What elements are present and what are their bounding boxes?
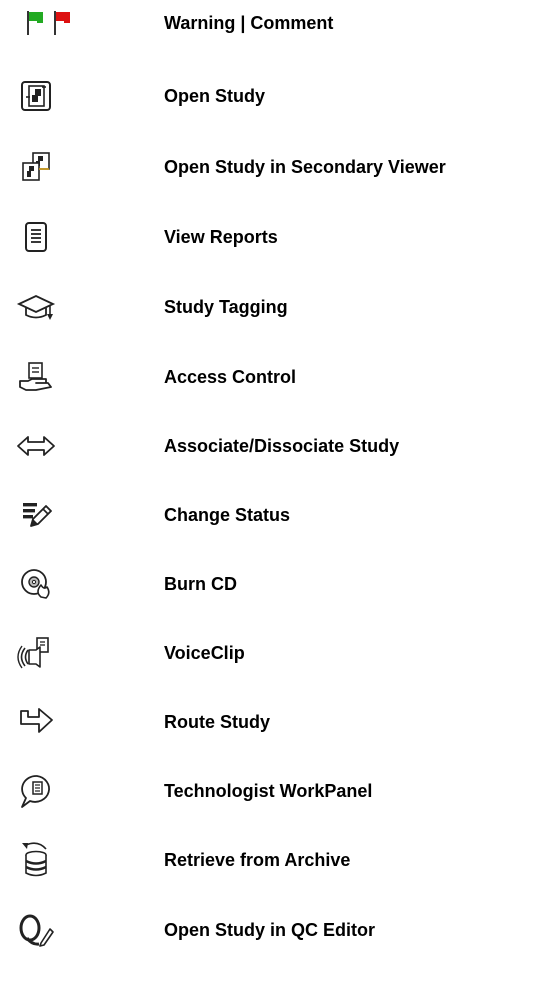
legend-label-access-control: Access Control xyxy=(164,367,297,387)
legend-label-voiceclip: VoiceClip xyxy=(164,643,245,663)
technologist-workpanel-icon xyxy=(7,763,65,819)
red-flag-icon xyxy=(54,11,70,35)
legend-label-warning-comment: Warning | Comment xyxy=(164,13,334,33)
flags-icon-group xyxy=(7,0,70,51)
burn-cd-icon xyxy=(7,556,65,612)
legend-row-view-reports: View Reports xyxy=(0,209,545,265)
legend-label-qc-editor: Open Study in QC Editor xyxy=(164,920,375,940)
legend-label-retrieve-archive: Retrieve from Archive xyxy=(164,850,351,870)
legend-label-associate-dissociate: Associate/Dissociate Study xyxy=(164,436,400,456)
legend-row-voiceclip: VoiceClip xyxy=(0,625,545,681)
change-status-icon xyxy=(7,487,65,543)
legend-label-study-tagging: Study Tagging xyxy=(164,297,288,317)
legend-row-qc-editor: Open Study in QC Editor xyxy=(0,902,545,958)
legend-row-access-control: Access Control xyxy=(0,349,545,405)
qc-editor-icon xyxy=(7,902,65,958)
legend-row-open-study-secondary: Open Study in Secondary Viewer xyxy=(0,139,545,195)
study-tagging-icon xyxy=(7,279,65,335)
open-study-secondary-viewer-icon xyxy=(7,139,65,195)
legend-label-open-study-secondary: Open Study in Secondary Viewer xyxy=(164,157,446,177)
icon-legend: Warning | Comment Open Study Open Study … xyxy=(0,0,545,998)
legend-label-view-reports: View Reports xyxy=(164,227,278,247)
legend-label-route-study: Route Study xyxy=(164,712,270,732)
legend-row-burn-cd: Burn CD xyxy=(0,556,545,612)
access-control-icon xyxy=(7,349,65,405)
legend-label-open-study: Open Study xyxy=(164,86,266,106)
legend-row-change-status: Change Status xyxy=(0,487,545,543)
legend-label-change-status: Change Status xyxy=(164,505,291,525)
legend-row-study-tagging: Study Tagging xyxy=(0,279,545,335)
legend-row-route-study: Route Study xyxy=(0,694,545,750)
view-reports-icon xyxy=(7,209,65,265)
legend-label-technologist-workpanel: Technologist WorkPanel xyxy=(164,781,373,801)
flags-svg xyxy=(27,11,70,35)
green-flag-icon xyxy=(27,11,43,35)
legend-row-technologist-workpanel: Technologist WorkPanel xyxy=(0,763,545,819)
legend-label-burn-cd: Burn CD xyxy=(164,574,237,594)
open-study-icon xyxy=(7,68,65,124)
legend-row-open-study: Open Study xyxy=(0,68,545,124)
route-study-icon xyxy=(7,694,65,750)
associate-dissociate-icon xyxy=(7,418,65,474)
legend-row-retrieve-archive: Retrieve from Archive xyxy=(0,832,545,888)
voiceclip-icon xyxy=(7,625,65,681)
legend-row-warning-comment: Warning | Comment xyxy=(0,0,545,51)
legend-row-associate-dissociate: Associate/Dissociate Study xyxy=(0,418,545,474)
retrieve-archive-icon xyxy=(7,832,65,888)
